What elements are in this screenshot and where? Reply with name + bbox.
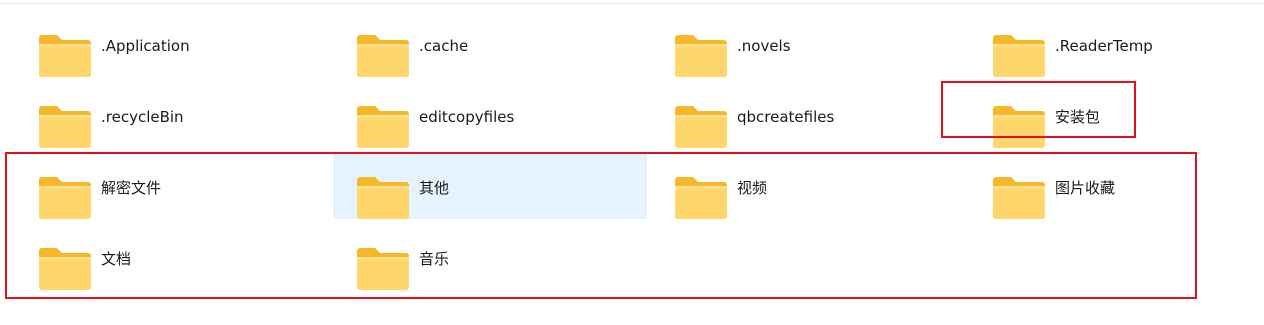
folder-item-editcopyfiles[interactable]: editcopyfiles xyxy=(333,85,647,153)
folder-item-installers[interactable]: 安装包 xyxy=(969,85,1264,153)
folder-name: 图片收藏 xyxy=(1055,179,1116,197)
folder-item-cache[interactable]: .cache xyxy=(333,14,647,82)
folder-icon xyxy=(39,106,91,148)
folder-item-videos[interactable]: 视频 xyxy=(651,156,965,224)
folder-icon xyxy=(357,177,409,219)
folder-item-music[interactable]: 音乐 xyxy=(333,227,647,295)
folder-item-recyclebin[interactable]: .recycleBin xyxy=(15,85,329,153)
folder-item-novels[interactable]: .novels xyxy=(651,14,965,82)
folder-item-documents[interactable]: 文档 xyxy=(15,227,329,295)
folder-icon xyxy=(993,177,1045,219)
folder-name: 其他 xyxy=(419,179,450,197)
folder-name: .cache xyxy=(419,37,469,55)
folder-item-other[interactable]: 其他 xyxy=(333,152,647,219)
folder-name: .recycleBin xyxy=(101,108,184,126)
folder-icon xyxy=(675,106,727,148)
folder-item-pictures[interactable]: 图片收藏 xyxy=(969,156,1264,224)
folder-name: .Application xyxy=(101,37,190,55)
folder-name: .ReaderTemp xyxy=(1055,37,1153,55)
folder-grid: .Application .cache .novels .ReaderTemp xyxy=(0,0,1264,325)
folder-name: 音乐 xyxy=(419,250,450,268)
folder-icon xyxy=(39,248,91,290)
folder-item-readertemp[interactable]: .ReaderTemp xyxy=(969,14,1264,82)
folder-name: 视频 xyxy=(737,179,768,197)
folder-icon xyxy=(675,177,727,219)
folder-item-application[interactable]: .Application xyxy=(15,14,329,82)
folder-item-decrypted-files[interactable]: 解密文件 xyxy=(15,156,329,224)
folder-name: .novels xyxy=(737,37,791,55)
folder-icon xyxy=(357,248,409,290)
folder-icon xyxy=(993,35,1045,77)
folder-icon xyxy=(357,106,409,148)
folder-icon xyxy=(39,177,91,219)
folder-name: editcopyfiles xyxy=(419,108,515,126)
folder-item-qbcreatefiles[interactable]: qbcreatefiles xyxy=(651,85,965,153)
folder-name: qbcreatefiles xyxy=(737,108,835,126)
folder-icon xyxy=(675,35,727,77)
folder-name: 解密文件 xyxy=(101,179,162,197)
folder-icon xyxy=(993,106,1045,148)
folder-icon xyxy=(357,35,409,77)
folder-icon xyxy=(39,35,91,77)
folder-name: 安装包 xyxy=(1055,108,1101,126)
folder-name: 文档 xyxy=(101,250,132,268)
